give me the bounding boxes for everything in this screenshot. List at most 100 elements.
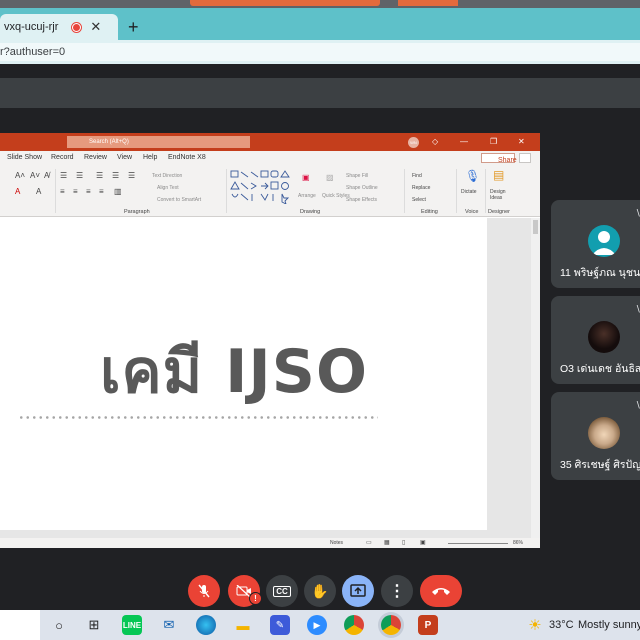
participant-name: 11 พริษฐ์ภณ นุชนา xyxy=(560,267,640,279)
participant-tile[interactable]: ∖∖ 35 ศิรเชษฐ์ ศิรปัญ xyxy=(551,392,640,480)
pen-app-icon[interactable]: ✎ xyxy=(270,615,290,635)
indent-icon[interactable]: ☰ xyxy=(96,171,103,180)
convert-smartart-button[interactable]: Convert to SmartArt xyxy=(157,197,201,203)
quick-styles-icon[interactable]: ▨ xyxy=(326,173,334,182)
menu-endnote[interactable]: EndNote X8 xyxy=(168,154,206,161)
numbering-icon[interactable]: ☰ xyxy=(76,171,83,180)
align-right-icon[interactable]: ≡ xyxy=(86,187,91,196)
shape-fill-button[interactable]: Shape Fill xyxy=(346,173,368,179)
columns-icon[interactable]: ▥ xyxy=(114,187,122,196)
menu-help[interactable]: Help xyxy=(143,154,157,161)
ribbon-separator xyxy=(485,169,486,213)
more-options-button[interactable]: ⋮ xyxy=(381,575,413,607)
participant-name: 35 ศิรเชษฐ์ ศิรปัญ xyxy=(560,459,640,471)
select-button[interactable]: Select xyxy=(412,197,426,203)
address-bar[interactable]: r?authuser=0 xyxy=(0,40,640,64)
zoom-slider[interactable] xyxy=(448,543,508,544)
chrome-browser-icon[interactable] xyxy=(344,615,364,635)
line-spacing-icon[interactable]: ☰ xyxy=(128,171,135,180)
share-label: Share xyxy=(498,157,517,164)
text-direction-button[interactable]: Text Direction xyxy=(152,173,182,179)
weather-temperature[interactable]: 33°C xyxy=(549,619,574,631)
menu-review[interactable]: Review xyxy=(84,154,107,161)
dictate-button[interactable]: Dictate xyxy=(461,189,477,195)
browser-tab-meet[interactable]: vxq-ucuj-rjr ✕ xyxy=(0,14,118,40)
weather-description[interactable]: Mostly sunny xyxy=(578,619,640,631)
hand-icon: ✋ xyxy=(311,582,329,599)
reading-view-icon[interactable]: ▯ xyxy=(402,539,405,546)
mic-toggle-button[interactable] xyxy=(188,575,220,607)
bullets-icon[interactable]: ☰ xyxy=(60,171,67,180)
font-color-icon[interactable]: A xyxy=(15,187,20,196)
end-call-button[interactable] xyxy=(420,575,462,607)
line-app-icon[interactable]: LINE xyxy=(122,615,142,635)
slide-sorter-icon[interactable]: ▦ xyxy=(384,539,390,546)
slide-canvas[interactable]: เคมี IJSO xyxy=(0,218,487,530)
design-ideas-button[interactable]: Design Ideas xyxy=(490,189,512,201)
justify-icon[interactable]: ≡ xyxy=(99,187,104,196)
align-center-icon[interactable]: ≡ xyxy=(73,187,78,196)
meet-top-bar xyxy=(0,78,640,108)
participant-tile[interactable]: ∖∖ O3 เด่นเดช อันธิสา xyxy=(551,296,640,384)
chrome-active-icon[interactable] xyxy=(381,615,401,635)
ppt-search-box[interactable]: Search (Alt+Q) xyxy=(67,136,250,148)
shape-effects-button[interactable]: Shape Effects xyxy=(346,197,377,203)
dictate-mic-icon[interactable]: 🎙 xyxy=(465,169,480,183)
tab-close-icon[interactable]: ✕ xyxy=(90,19,101,35)
slideshow-view-icon[interactable]: ▣ xyxy=(420,539,426,546)
ppt-share-button[interactable]: Share xyxy=(481,153,517,164)
address-text: r?authuser=0 xyxy=(0,46,66,58)
menu-slide-show[interactable]: Slide Show xyxy=(7,154,42,161)
shape-outline-button[interactable]: Shape Outline xyxy=(346,185,378,191)
zoom-app-icon[interactable]: ▶ xyxy=(307,615,327,635)
person-icon xyxy=(592,231,616,255)
menu-view[interactable]: View xyxy=(117,154,132,161)
participant-tile[interactable]: ∖∖ 11 พริษฐ์ภณ นุชนา xyxy=(551,200,640,288)
find-button[interactable]: Find xyxy=(412,173,422,179)
shapes-gallery-icon[interactable] xyxy=(230,170,296,204)
slide-vertical-scrollbar[interactable] xyxy=(531,218,540,538)
participant-name: O3 เด่นเดช อันธิสา xyxy=(560,363,640,375)
slide-title[interactable]: เคมี IJSO xyxy=(100,324,368,419)
font-shrink-icon[interactable]: A˅ xyxy=(30,171,40,180)
new-tab-button[interactable]: + xyxy=(128,17,139,38)
ppt-comments-icon[interactable] xyxy=(519,153,531,163)
present-screen-button[interactable] xyxy=(342,575,374,607)
taskbar-search-box[interactable] xyxy=(0,610,40,640)
menu-record[interactable]: Record xyxy=(51,154,74,161)
ppt-maximize-icon[interactable]: ❐ xyxy=(490,137,497,146)
zoom-level[interactable]: 86% xyxy=(513,540,523,546)
edge-browser-icon[interactable] xyxy=(196,615,216,635)
raise-hand-button[interactable]: ✋ xyxy=(304,575,336,607)
end-call-icon xyxy=(432,588,450,595)
normal-view-icon[interactable]: ▭ xyxy=(366,539,372,546)
captions-button[interactable]: CC xyxy=(266,575,298,607)
outdent-icon[interactable]: ☰ xyxy=(112,171,119,180)
ppt-ribbon-toggle-icon[interactable]: ◇ xyxy=(432,137,438,146)
scrollbar-thumb[interactable] xyxy=(533,220,538,234)
file-explorer-icon[interactable]: ▬ xyxy=(233,615,253,635)
align-text-button[interactable]: Align Text xyxy=(157,185,179,191)
font-grow-icon[interactable]: A˄ xyxy=(15,171,25,180)
clear-format-icon[interactable]: A̸ xyxy=(44,171,49,180)
widgets-icon[interactable]: ⊞ xyxy=(84,615,104,635)
ppt-close-icon[interactable]: ✕ xyxy=(518,137,525,146)
arrange-icon[interactable]: ▣ xyxy=(302,173,310,182)
ppt-user-avatar[interactable]: WN xyxy=(408,137,419,148)
browser-tabbar: vxq-ucuj-rjr ✕ + xyxy=(0,8,640,40)
camera-toggle-button[interactable]: ! xyxy=(228,575,262,607)
replace-button[interactable]: Replace xyxy=(412,185,430,191)
mail-icon[interactable]: ✉ xyxy=(159,615,179,635)
ppt-ribbon: A˄ A˅ A̸ A A ☰ ☰ ☰ ☰ ☰ ≡ ≡ ≡ ≡ ▥ Text Di… xyxy=(0,165,540,217)
notes-button[interactable]: Notes xyxy=(330,540,343,546)
task-view-icon[interactable]: ○ xyxy=(49,615,69,635)
arrange-button[interactable]: Arrange xyxy=(298,193,316,199)
text-highlight-icon[interactable]: A xyxy=(36,187,41,196)
weather-sun-icon: ☀ xyxy=(528,617,542,634)
design-ideas-icon[interactable]: ▤ xyxy=(493,168,504,182)
ppt-minimize-icon[interactable]: — xyxy=(460,137,468,146)
slide-workspace: เคมี IJSO xyxy=(0,218,540,538)
group-label-drawing: Drawing xyxy=(300,209,321,215)
align-left-icon[interactable]: ≡ xyxy=(60,187,65,196)
powerpoint-app-icon[interactable]: P xyxy=(418,615,438,635)
